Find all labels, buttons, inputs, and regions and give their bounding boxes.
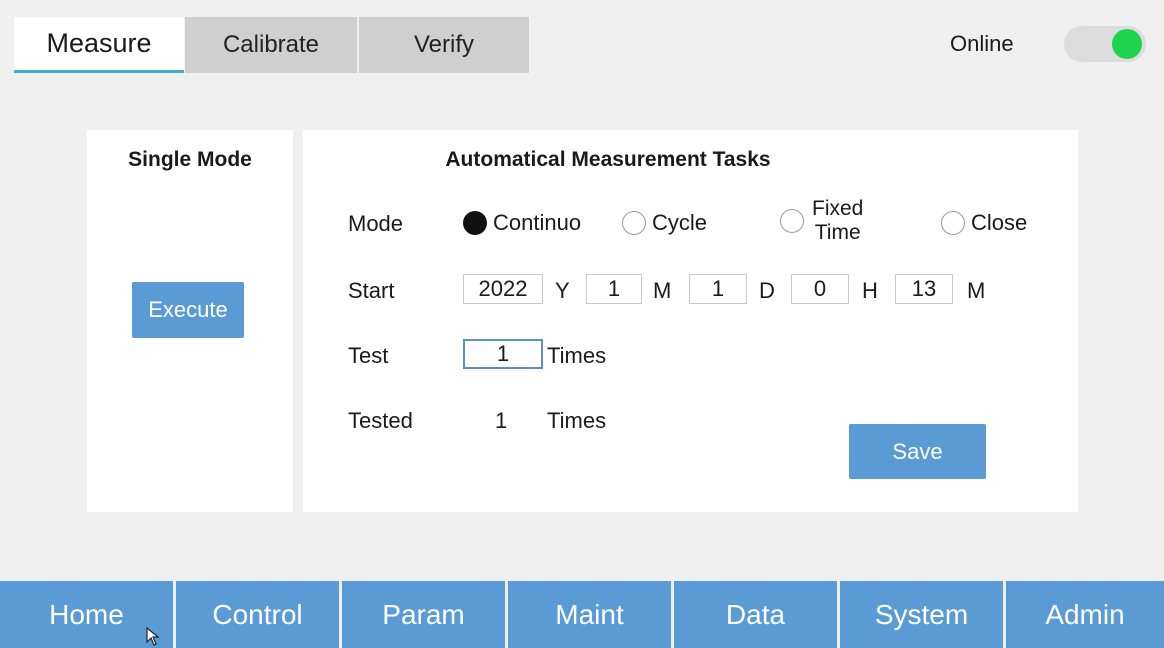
test-count-field[interactable]: 1 (463, 339, 543, 369)
mouse-pointer-icon (146, 627, 160, 646)
hour-unit: H (862, 278, 878, 303)
nav-system[interactable]: System (840, 581, 1003, 648)
test-label: Test (348, 343, 389, 368)
tab-measure[interactable]: Measure (14, 17, 184, 73)
nav-home-label: Home (49, 598, 124, 630)
bottom-nav: Home Control Param Maint Data System Adm… (0, 581, 1164, 648)
fixed-time-line2: Time (814, 221, 861, 244)
start-day-field[interactable]: 1 (689, 274, 747, 304)
tested-value: 1 (495, 408, 508, 433)
execute-button[interactable]: Execute (132, 282, 244, 338)
start-label: Start (348, 278, 395, 303)
radio-cycle[interactable]: Cycle (622, 210, 707, 236)
mode-label: Mode (348, 211, 404, 236)
radio-fixed-time[interactable]: Fixed Time (780, 197, 863, 245)
toggle-knob (1112, 29, 1142, 59)
month-unit: M (653, 278, 672, 303)
save-button[interactable]: Save (849, 424, 986, 479)
online-status-label: Online (950, 31, 1014, 56)
online-toggle[interactable] (1064, 26, 1146, 62)
radio-close[interactable]: Close (941, 210, 1027, 236)
tab-verify[interactable]: Verify (359, 17, 529, 73)
nav-param[interactable]: Param (342, 581, 505, 648)
auto-tasks-title: Automatical Measurement Tasks (445, 148, 771, 171)
tested-label: Tested (348, 408, 413, 433)
auto-tasks-panel: Automatical Measurement Tasks Mode Conti… (303, 130, 1078, 512)
tab-bar: Measure Calibrate Verify (14, 17, 529, 73)
nav-control[interactable]: Control (176, 581, 339, 648)
tab-calibrate[interactable]: Calibrate (185, 17, 357, 73)
fixed-time-line1: Fixed (812, 197, 864, 220)
minute-unit: M (967, 278, 986, 303)
start-month-field[interactable]: 1 (586, 274, 642, 304)
radio-continuo[interactable]: Continuo (463, 210, 581, 236)
year-unit: Y (555, 278, 570, 303)
radio-continuo-label: Continuo (493, 210, 582, 235)
radio-cycle-dot (622, 211, 646, 235)
radio-close-label: Close (971, 210, 1028, 235)
nav-admin[interactable]: Admin (1006, 581, 1164, 648)
radio-close-dot (941, 211, 965, 235)
nav-data[interactable]: Data (674, 581, 837, 648)
test-unit: Times (547, 343, 607, 368)
start-year-field[interactable]: 2022 (463, 274, 543, 304)
tested-unit: Times (547, 408, 607, 433)
nav-home[interactable]: Home (0, 581, 173, 648)
start-minute-field[interactable]: 13 (895, 274, 953, 304)
single-mode-title: Single Mode (128, 148, 252, 171)
radio-fixed-time-dot (780, 209, 804, 233)
radio-cycle-label: Cycle (652, 210, 708, 235)
single-mode-panel: Single Mode Execute (87, 130, 293, 512)
day-unit: D (759, 278, 775, 303)
start-hour-field[interactable]: 0 (791, 274, 849, 304)
nav-maint[interactable]: Maint (508, 581, 671, 648)
radio-fixed-time-label: Fixed Time (812, 197, 863, 245)
radio-continuo-dot (463, 211, 487, 235)
